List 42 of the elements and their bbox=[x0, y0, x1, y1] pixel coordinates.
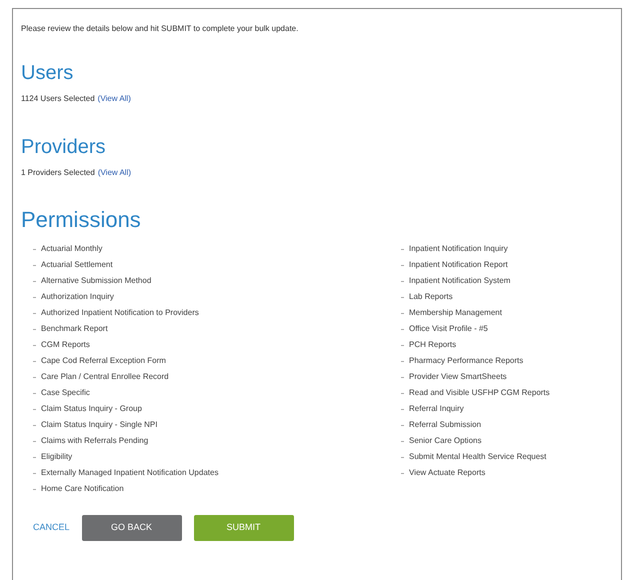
permission-item: Inpatient Notification System bbox=[409, 275, 510, 287]
permission-item: Inpatient Notification Inquiry bbox=[409, 243, 508, 255]
permission-item: Authorization Inquiry bbox=[41, 291, 114, 303]
intro-text: Please review the details below and hit SUBMIT to complete your bulk update. bbox=[21, 23, 300, 35]
permission-item: Office Visit Profile - #5 bbox=[409, 323, 488, 335]
permission-item: Provider View SmartSheets bbox=[409, 371, 507, 383]
permission-item: Actuarial Settlement bbox=[41, 259, 113, 271]
permission-item: Lab Reports bbox=[409, 291, 453, 303]
permission-item: Submit Mental Health Service Request bbox=[409, 451, 546, 463]
permission-item: Benchmark Report bbox=[41, 323, 108, 335]
section-heading: Users bbox=[21, 61, 74, 85]
section-heading: Providers bbox=[21, 135, 106, 159]
permission-item: Senior Care Options bbox=[409, 435, 482, 447]
permission-item: Claim Status Inquiry - Single NPI bbox=[41, 419, 158, 431]
selection-count: 1124 Users Selected bbox=[21, 93, 95, 105]
permission-item: Externally Managed Inpatient Notification Updates bbox=[41, 467, 218, 479]
selection-count: 1 Providers Selected bbox=[21, 167, 95, 179]
permission-item: Read and Visible USFHP CGM Reports bbox=[409, 387, 550, 399]
permission-item: Alternative Submission Method bbox=[41, 275, 152, 287]
permission-item: Care Plan / Central Enrollee Record bbox=[41, 371, 169, 383]
permission-item: Membership Management bbox=[409, 307, 502, 319]
go-back-button[interactable]: GO BACK bbox=[82, 515, 182, 541]
permission-item: Inpatient Notification Report bbox=[409, 259, 508, 271]
submit-button[interactable]: SUBMIT bbox=[194, 515, 294, 541]
permission-item: Home Care Notification bbox=[41, 483, 124, 495]
permission-item: Pharmacy Performance Reports bbox=[409, 355, 524, 367]
permission-item: Claims with Referrals Pending bbox=[41, 435, 148, 447]
permission-item: Case Specific bbox=[41, 387, 90, 399]
permission-item: Claim Status Inquiry - Group bbox=[41, 403, 142, 415]
view-all-link[interactable]: (View All) bbox=[98, 167, 132, 179]
permission-item: PCH Reports bbox=[409, 339, 456, 351]
cancel-link[interactable]: CANCEL bbox=[33, 521, 70, 535]
permission-item: CGM Reports bbox=[41, 339, 90, 351]
view-all-link[interactable]: (View All) bbox=[98, 93, 131, 105]
section-heading: Permissions bbox=[21, 207, 142, 233]
permission-item: Referral Inquiry bbox=[409, 403, 464, 415]
permission-item: Cape Cod Referral Exception Form bbox=[41, 355, 166, 367]
permission-item: View Actuate Reports bbox=[409, 467, 486, 479]
permission-item: Authorized Inpatient Notification to Providers bbox=[41, 307, 199, 319]
permission-item: Eligibility bbox=[41, 451, 72, 463]
permission-item: Actuarial Monthly bbox=[41, 243, 102, 255]
permission-item: Referral Submission bbox=[409, 419, 482, 431]
